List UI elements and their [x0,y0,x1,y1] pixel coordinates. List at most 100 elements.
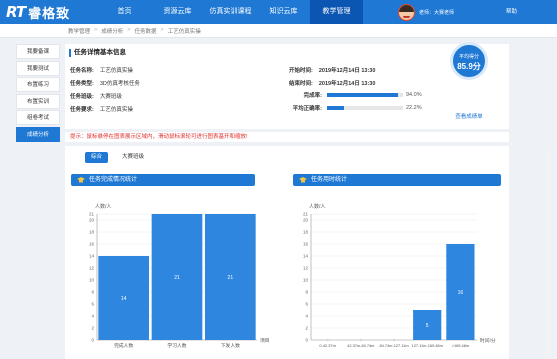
brand-logo[interactable]: RT 睿格致 [6,3,70,21]
start-time-value: 2019年12月14日 13:30 [318,68,376,74]
bar-value-label: 21 [228,275,234,281]
accuracy-rate: 平均正确率: 22.2% [282,104,422,112]
sidebar: 我要备课 我要测试 布置练习 布置实训 组卷考试 成绩分析 [16,44,60,143]
y-tick-label: 4 [305,314,308,319]
nav-resource-library[interactable]: 资源云库 [151,0,204,24]
sidebar-item-assign-practice[interactable]: 布置练习 [16,77,60,92]
breadcrumb-separator: > [94,27,98,33]
nav-home[interactable]: 首页 [98,0,151,24]
tip-banner: 提示：鼠标悬停在图表展示区域内，滑动鼠标滚轮可进行图表基开和缩放! [65,132,509,142]
sidebar-item-test[interactable]: 我要测试 [16,60,60,76]
y-tick-label: 21 [303,212,309,217]
graduation-cap-icon [299,177,307,183]
y-tick-label: 21 [89,212,95,217]
average-score-label: 平均得分 [458,54,479,60]
logo-rt-text: RT [6,3,26,21]
task-type-label: 任务类型: [70,81,94,87]
avatar[interactable] [398,3,415,21]
zero-point [359,338,363,342]
x-tick-label: 完成人数 [114,342,133,349]
help-link[interactable]: 帮助 [506,0,517,24]
tab-contest-class[interactable]: 大赛班级 [116,152,150,163]
sidebar-item-exam[interactable]: 组卷考试 [16,110,60,125]
x-tick-label: >169.48m [452,343,469,348]
y-tick-label: 16 [89,242,95,247]
average-score-value: 85.9分 [457,62,481,71]
breadcrumb-separator: > [160,27,164,33]
y-tick-label: 10 [89,278,95,283]
user-name: 老师：大赛老师 [419,9,455,16]
y-tick-label: 12 [303,266,309,271]
y-tick-label: 12 [89,266,95,271]
task-type-value: 3D仿真考核任务 [99,81,140,87]
end-time-value: 2019年12月14日 13:30 [318,81,376,87]
end-time-row: 结束时间: 2019年12月14日 13:30 [289,79,375,87]
task-requirement-row: 任务要求: 工艺仿真实操 [70,105,133,113]
y-tick-label: 10 [303,278,309,283]
breadcrumb-item[interactable]: 教学管理 [68,27,90,35]
completion-progress-fill [327,93,399,97]
accuracy-percent: 22.2% [406,105,422,111]
completion-percent: 94.0% [406,92,422,98]
average-score-badge: 平均得分 85.9分 [450,42,488,80]
y-tick-label: 8 [305,290,308,295]
accuracy-progress-fill [327,106,344,110]
task-class-row: 任务班级: 大赛班级 [70,92,122,100]
y-tick-label: 20 [89,218,95,223]
breadcrumb-item[interactable]: 任务数据 [134,27,156,35]
user-menu[interactable]: 老师：大赛老师 [398,2,454,22]
y-tick-label: 8 [91,290,94,295]
accuracy-progress-bar [327,106,403,110]
zero-point [326,338,329,342]
view-scores-link[interactable]: 查看成绩单 [450,112,488,120]
sidebar-item-assign-training[interactable]: 布置实训 [16,93,60,109]
task-name-value: 工艺仿真实操 [99,68,133,74]
y-tick-label: 18 [89,230,95,235]
task-name-label: 任务名称: [70,68,94,74]
x-tick-label: 0-42.37m [319,343,335,348]
accuracy-label: 平均正确率: [292,106,322,112]
start-time-row: 开始时间: 2019年12月14日 13:30 [289,66,375,74]
breadcrumb-item-current: 工艺仿真实操 [167,29,201,35]
y-tick-label: 14 [303,254,309,259]
sidebar-item-prepare-lesson[interactable]: 我要备课 [16,44,60,59]
y-tick-label: 18 [303,230,309,235]
y-tick-label: 14 [89,254,95,259]
scrollbar[interactable] [546,148,550,354]
nav-simulation-course[interactable]: 仿真实训课程 [204,0,257,24]
y-tick-label: 20 [303,218,309,223]
task-info-panel: 任务详情基本信息 任务名称: 工艺仿真实操 任务类型: 3D仿真考核任务 任务班… [65,44,509,129]
y-tick-label: 6 [91,302,94,307]
x-tick-label: 127.11m-169.48m [412,343,443,348]
y-tick-label: 2 [305,326,308,331]
x-tick-label: 42.37m-84.74m [347,343,374,348]
logo-cn-text: 睿格致 [28,5,71,21]
top-nav-bar: RT 睿格致 首页 资源云库 仿真实训课程 知识云库 教学管理 老师：大赛老师 … [0,0,557,24]
section-title: 任务详情基本信息 [69,49,126,57]
task-type-row: 任务类型: 3D仿真考核任务 [70,79,140,87]
task-requirement-value: 工艺仿真实操 [99,107,133,113]
chart-title-duration: 任务用时统计 [311,177,348,183]
breadcrumb-separator: > [127,27,131,33]
bar-value-label: 16 [458,290,464,296]
completion-rate: 完成率: 94.0% [282,91,422,99]
task-class-label: 任务班级: [70,94,94,100]
y-tick-label: 6 [305,302,308,307]
nav-teaching-management[interactable]: 教学管理 [310,0,363,24]
sidebar-item-score-analysis[interactable]: 成绩分析 [16,126,60,142]
nav-knowledge-library[interactable]: 知识云库 [257,0,310,24]
main-nav: 首页 资源云库 仿真实训课程 知识云库 教学管理 [98,0,363,24]
breadcrumb-bar: 教学管理 > 成绩分析 > 任务数据 > 工艺仿真实操 [0,24,557,38]
task-class-value: 大赛班级 [99,94,122,100]
y-axis-label: 人数/人 [95,203,111,210]
breadcrumb-item[interactable]: 成绩分析 [101,27,123,35]
start-time-label: 开始时间: [289,68,313,74]
tab-overall[interactable]: 综合 [85,152,109,163]
class-tabs: 综合 大赛班级 [85,152,158,163]
y-tick-label: 2 [91,326,94,331]
y-axis-label: 人数/人 [309,203,325,210]
bar-value-label: 21 [174,275,180,281]
task-requirement-label: 任务要求: [70,107,94,113]
chart-title-completion: 任务完成情况统计 [89,177,138,183]
x-axis-label: 项目 [260,338,270,344]
